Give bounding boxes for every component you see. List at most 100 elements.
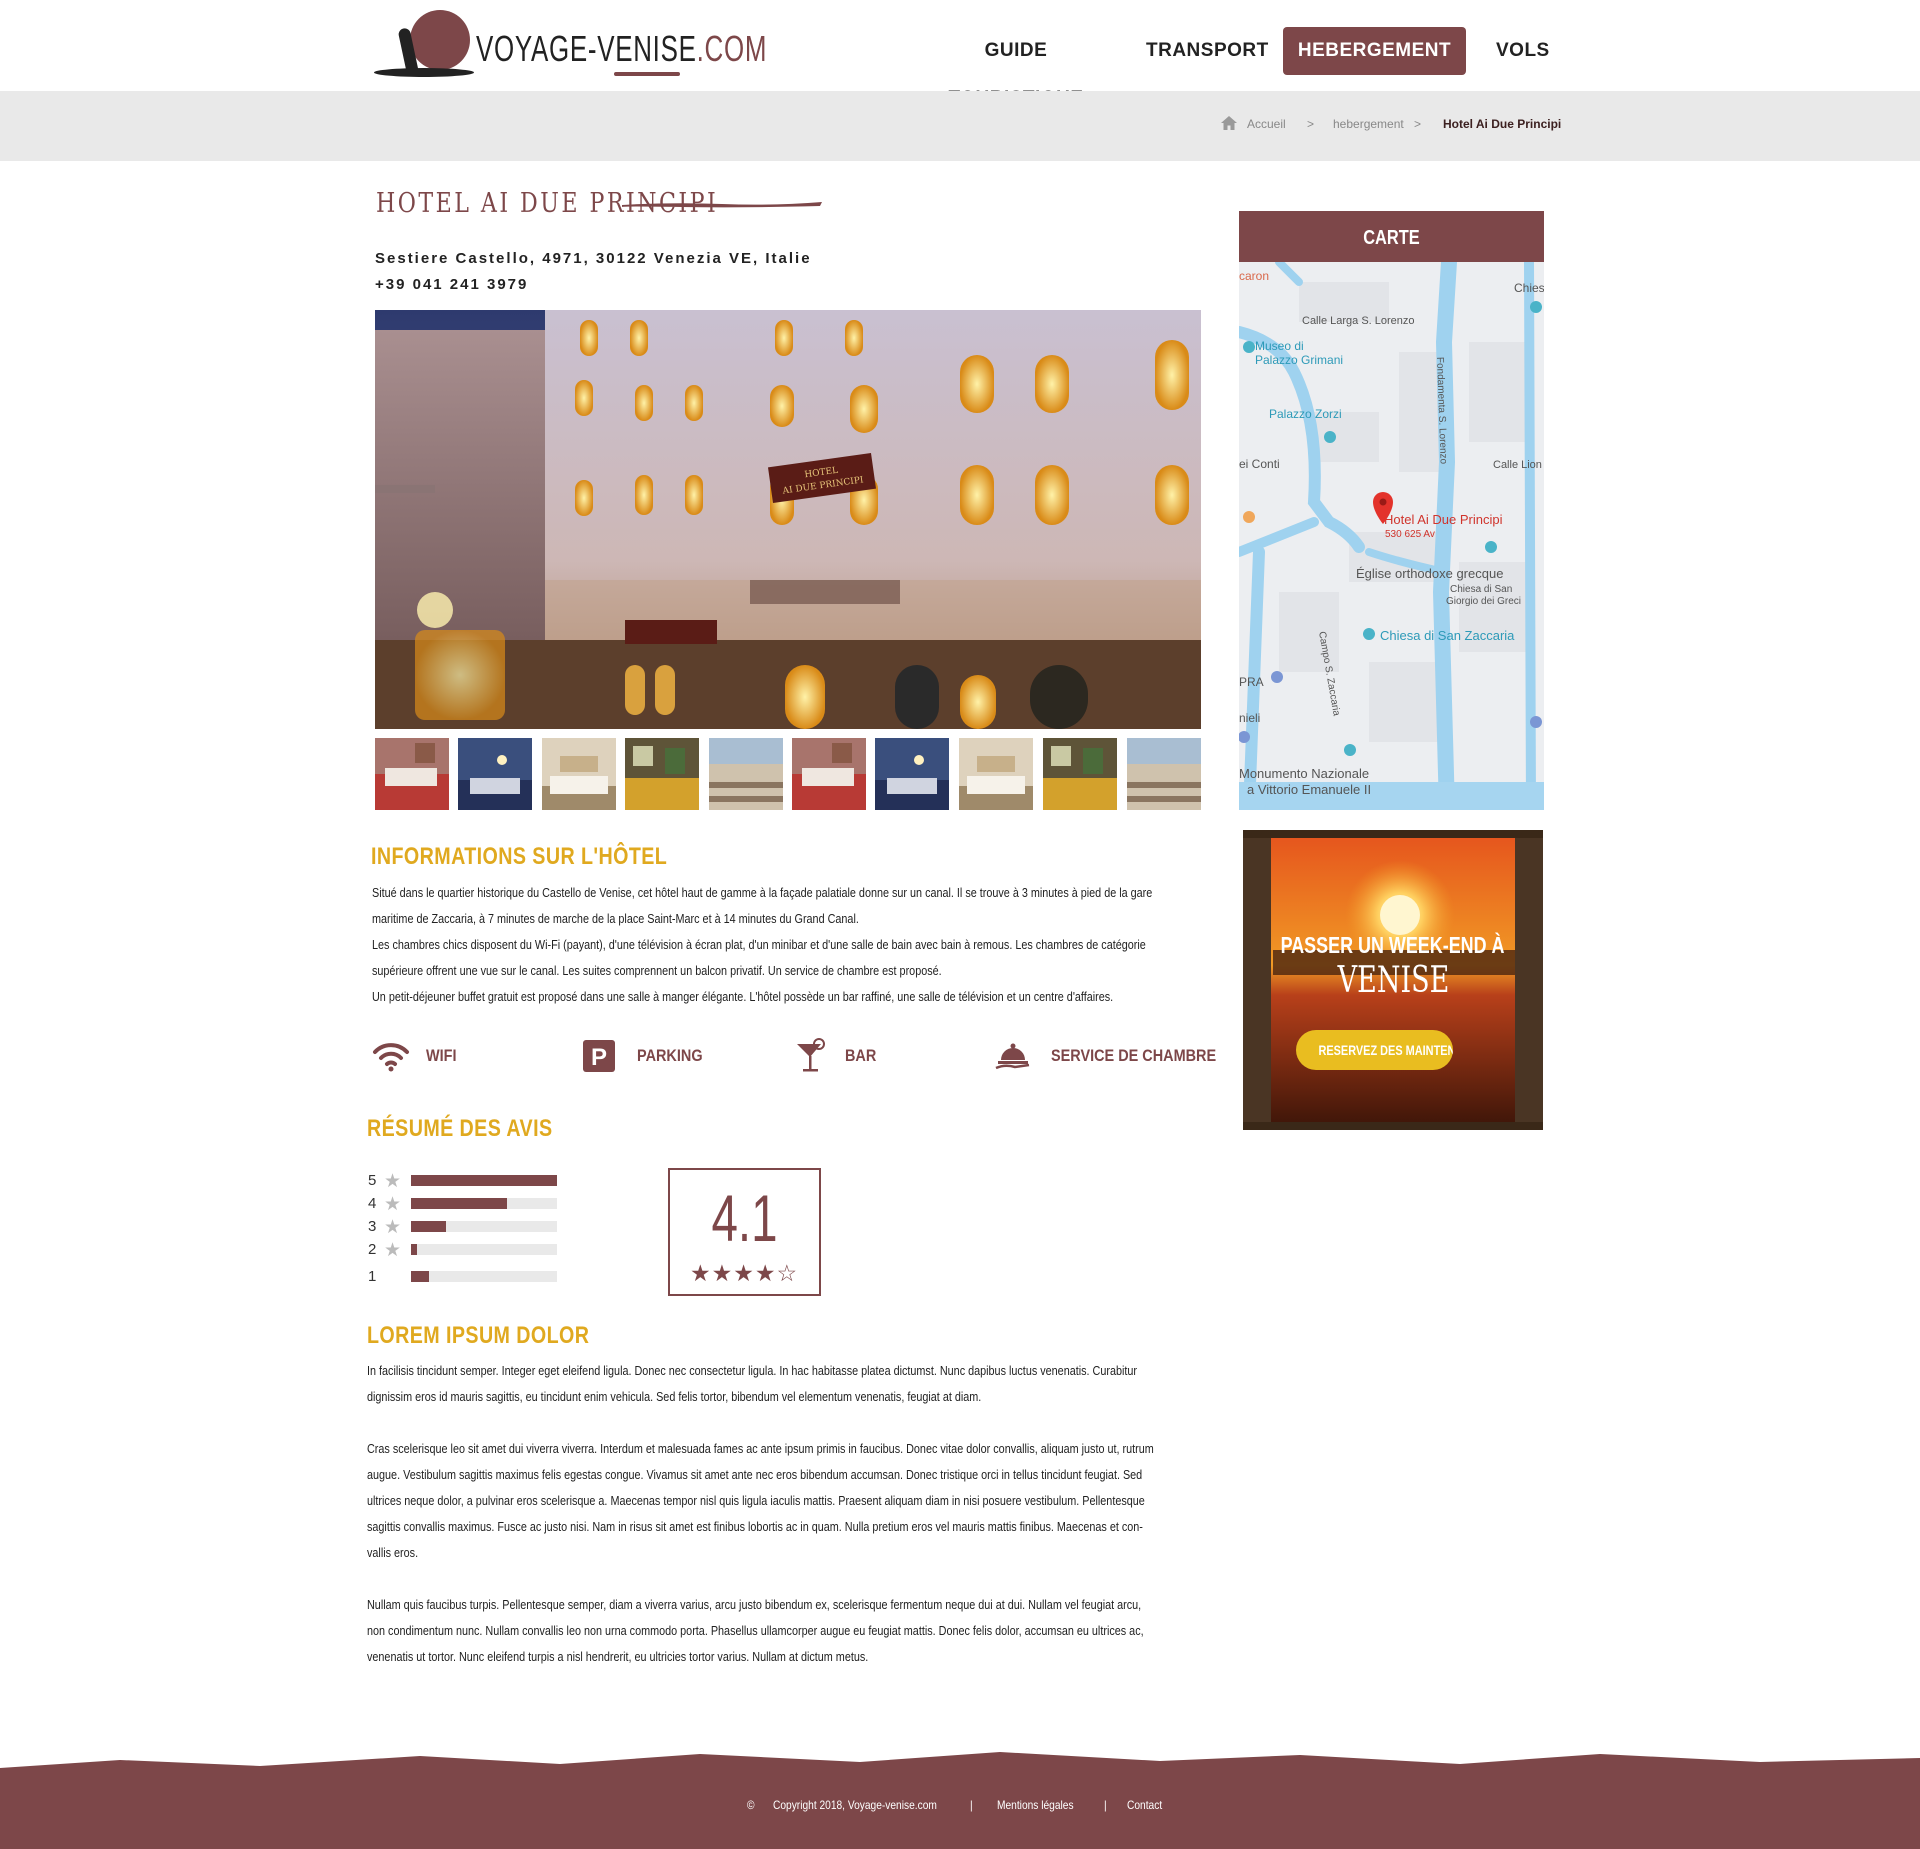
lorem-heading: LOREM IPSUM DOLOR	[367, 1322, 590, 1349]
map-label: Hotel Ai Due Principi	[1384, 512, 1503, 527]
info-line: Situé dans le quartier historique du Cas…	[372, 885, 1153, 900]
promo-line2: VENISE	[1337, 960, 1449, 1001]
breadcrumb-home[interactable]: Accueil	[1247, 117, 1286, 131]
hotel-main-photo[interactable]: HOTEL AI DUE PRINCIPI	[375, 310, 1201, 729]
nav-guide-touristique[interactable]: GUIDE TOURISTIQUE	[928, 27, 1104, 109]
map-label: Museo di	[1255, 339, 1304, 353]
review-score: 4.1	[711, 1181, 778, 1255]
map-label: nieli	[1239, 711, 1260, 725]
parking-icon: P	[583, 1040, 615, 1072]
amenity-label: SERVICE DE CHAMBRE	[1051, 1046, 1217, 1065]
amenity-bar: BAR	[795, 1038, 915, 1074]
review-bar-track	[411, 1175, 557, 1186]
promo-line1: PASSER UN WEEK-END À	[1281, 932, 1505, 958]
amenity-parking: P PARKING	[583, 1038, 723, 1074]
review-bar-fill	[411, 1271, 429, 1282]
review-row-label: 5	[368, 1172, 377, 1189]
promo-title-line2: VENISE	[1243, 960, 1543, 1001]
breadcrumb-separator: >	[1307, 117, 1315, 131]
review-row-label: 3	[368, 1218, 377, 1235]
amenity-label: BAR	[845, 1046, 877, 1065]
star-icon: ★	[384, 1240, 402, 1261]
amenity-label: PARKING	[637, 1046, 703, 1065]
info-line: supérieure offrent une vue sur le canal.…	[372, 963, 942, 978]
map-title: CARTE	[1363, 227, 1420, 249]
review-bar-track	[411, 1271, 557, 1282]
map-label: Calle Larga S. Lorenzo	[1302, 315, 1415, 327]
star-icon: ★	[384, 1194, 402, 1215]
footer-copyright: Copyright 2018, Voyage-venise.com	[773, 1798, 937, 1812]
thumbnail-view[interactable]	[709, 738, 783, 810]
star-icon: ★	[384, 1171, 402, 1192]
map-label: Monumento Nazionale	[1239, 766, 1369, 781]
site-footer	[0, 1752, 1920, 1849]
promo-cta-label: RESERVEZ DES MAINTENANT	[1318, 1042, 1453, 1058]
reviews-heading: RÉSUMÉ DES AVIS	[367, 1115, 553, 1142]
thumbnail-restaurant-2[interactable]	[792, 738, 866, 810]
thumbnail-restaurant[interactable]	[375, 738, 449, 810]
footer-contact-link[interactable]: Contact	[1127, 1798, 1162, 1812]
main-nav: GUIDE TOURISTIQUE TRANSPORT HEBERGEMENT …	[0, 27, 1920, 109]
lorem-line: Cras scelerisque leo sit amet dui viverr…	[367, 1441, 1154, 1456]
home-icon[interactable]	[1221, 116, 1237, 130]
thumbnail-view-2[interactable]	[1127, 738, 1201, 810]
map-label: caron	[1239, 269, 1269, 283]
breadcrumb-separator: >	[1414, 117, 1422, 131]
hotel-phone[interactable]: +39 041 241 3979	[375, 276, 528, 293]
footer-separator: |	[1104, 1798, 1107, 1812]
page: VOYAGE-VENISE.COM GUIDE TOURISTIQUE TRAN…	[0, 0, 1920, 1849]
amenity-room-service: SERVICE DE CHAMBRE	[995, 1038, 1216, 1074]
nav-vols[interactable]: VOLS	[1496, 27, 1549, 75]
review-row-label: 2	[368, 1241, 377, 1258]
lorem-line: sagittis convallis maximus. Fusce ac jus…	[367, 1519, 1143, 1534]
map-label: Chies	[1514, 281, 1544, 295]
map-widget[interactable]: caron Chies Calle Larga S. Lorenzo Museo…	[1239, 262, 1544, 810]
thumbnail-bedroom-blue-2[interactable]	[875, 738, 949, 810]
thumbnail-bedroom-cream[interactable]	[542, 738, 616, 810]
map-label: Calle Lion	[1493, 459, 1542, 471]
map-heading: CARTE	[1239, 211, 1544, 265]
lorem-line: venenatis ut tortor. Nunc eleifend turpi…	[367, 1649, 869, 1664]
room-service-icon	[995, 1043, 1030, 1070]
info-line: Les chambres chics disposent du Wi-Fi (p…	[372, 937, 1146, 952]
map-label: Chiesa di San	[1450, 584, 1512, 595]
copyright-icon: ©	[747, 1798, 755, 1812]
thumbnail-bedroom-blue[interactable]	[458, 738, 532, 810]
thumbnail-reception-2[interactable]	[1043, 738, 1117, 810]
review-bar-fill	[411, 1198, 508, 1209]
breadcrumb-hebergement[interactable]: hebergement	[1333, 117, 1404, 131]
site-header: VOYAGE-VENISE.COM GUIDE TOURISTIQUE TRAN…	[0, 0, 1920, 109]
promo-cta-button[interactable]: RESERVEZ DES MAINTENANT	[1296, 1030, 1453, 1070]
review-bar-track	[411, 1198, 557, 1209]
review-row-label: 4	[368, 1195, 377, 1212]
map-label: Chiesa di San Zaccaria	[1380, 628, 1515, 643]
review-bar-track	[411, 1221, 557, 1232]
review-score-box: 4.1 ★★★★☆	[668, 1168, 821, 1296]
nav-transport[interactable]: TRANSPORT	[1146, 27, 1268, 75]
map-label: Palazzo Zorzi	[1269, 407, 1342, 421]
thumbnail-reception[interactable]	[625, 738, 699, 810]
map-label: 530 625 Av	[1385, 529, 1435, 540]
footer-separator: |	[970, 1798, 973, 1812]
review-stars: ★★★★☆	[690, 1260, 799, 1286]
title-brush-stroke	[622, 202, 822, 208]
map-label: ei Conti	[1239, 457, 1280, 471]
map-label: Palazzo Grimani	[1255, 353, 1343, 367]
promo-title-line1: PASSER UN WEEK-END À	[1243, 932, 1543, 959]
footer-mentions-link[interactable]: Mentions légales	[997, 1798, 1074, 1812]
promo-banner[interactable]: PASSER UN WEEK-END À VENISE RESERVEZ DES…	[1243, 830, 1543, 1130]
lorem-line: vallis eros.	[367, 1545, 419, 1560]
thumbnail-bedroom-cream-2[interactable]	[959, 738, 1033, 810]
review-bar-fill	[411, 1175, 557, 1186]
review-bar-fill	[411, 1244, 417, 1255]
map-label: PRA	[1239, 675, 1264, 689]
info-line: Un petit-déjeuner buffet gratuit est pro…	[372, 989, 1114, 1004]
amenity-wifi: WIFI	[372, 1038, 492, 1074]
amenity-label: WIFI	[426, 1046, 457, 1065]
info-line: maritime de Zaccaria, à 7 minutes de mar…	[372, 911, 859, 926]
lorem-line: augue. Vestibulum sagittis maximus felis…	[367, 1467, 1143, 1482]
nav-hebergement[interactable]: HEBERGEMENT	[1283, 27, 1466, 75]
photo-thumbnails	[375, 738, 1201, 810]
lorem-line: dignissim eros id mauris sagittis, eu ti…	[367, 1389, 982, 1404]
map-label: Giorgio dei Greci	[1446, 596, 1521, 607]
